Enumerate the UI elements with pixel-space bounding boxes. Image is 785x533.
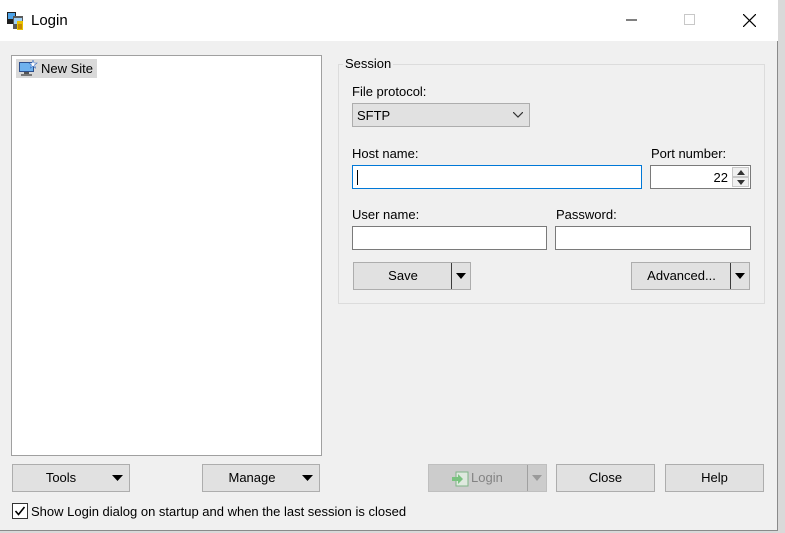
text-caret [357,170,358,185]
close-button-label: Close [588,470,623,485]
port-decrement-button[interactable] [732,177,749,187]
port-number-value: 22 [713,170,728,185]
login-dropdown-button[interactable] [527,465,546,491]
save-button-label: Save [388,268,418,283]
login-window: Login New Site Session File protocol: SF… [0,0,778,531]
show-login-label[interactable]: Show Login dialog on startup and when th… [31,504,406,519]
site-tree[interactable]: New Site [11,55,322,456]
tools-button-label: Tools [45,470,77,485]
window-title: Login [31,12,68,29]
title-bar[interactable]: Login [0,0,778,41]
show-login-checkbox[interactable] [12,503,28,519]
save-dropdown-button[interactable] [451,263,470,289]
login-button[interactable]: Login [428,464,547,492]
app-icon [6,10,26,32]
host-name-label: Host name: [352,146,419,161]
dropdown-arrow-icon [456,273,466,279]
user-name-input[interactable] [352,226,547,250]
help-button-label: Help [701,470,728,485]
site-tree-item-new-site[interactable]: New Site [16,59,97,78]
save-button[interactable]: Save [353,262,471,290]
login-button-label: Login [471,470,503,485]
password-label: Password: [556,207,617,222]
help-button[interactable]: Help [665,464,764,492]
session-group-label: Session [343,56,394,71]
file-protocol-value: SFTP [357,108,391,123]
site-tree-item-label: New Site [41,61,94,76]
monitor-star-icon [18,59,38,80]
dropdown-arrow-icon [735,273,745,279]
host-name-input[interactable] [352,165,642,189]
user-name-label: User name: [352,207,420,222]
tools-button[interactable]: Tools [12,464,130,492]
advanced-dropdown-button[interactable] [730,263,749,289]
minimize-button[interactable] [609,0,655,41]
dropdown-arrow-icon [532,475,542,481]
manage-button[interactable]: Manage [202,464,320,492]
file-protocol-select[interactable]: SFTP [352,103,530,127]
checkmark-icon [14,506,26,516]
manage-button-label: Manage [228,470,276,485]
advanced-button-label: Advanced... [647,268,716,283]
maximize-button [667,0,713,41]
port-number-stepper[interactable]: 22 [650,165,751,189]
password-input[interactable] [555,226,751,250]
advanced-button[interactable]: Advanced... [631,262,750,290]
close-button[interactable]: Close [556,464,655,492]
port-number-label: Port number: [651,146,727,161]
file-protocol-label: File protocol: [352,84,427,99]
close-window-button[interactable] [726,0,772,41]
port-increment-button[interactable] [732,167,749,177]
